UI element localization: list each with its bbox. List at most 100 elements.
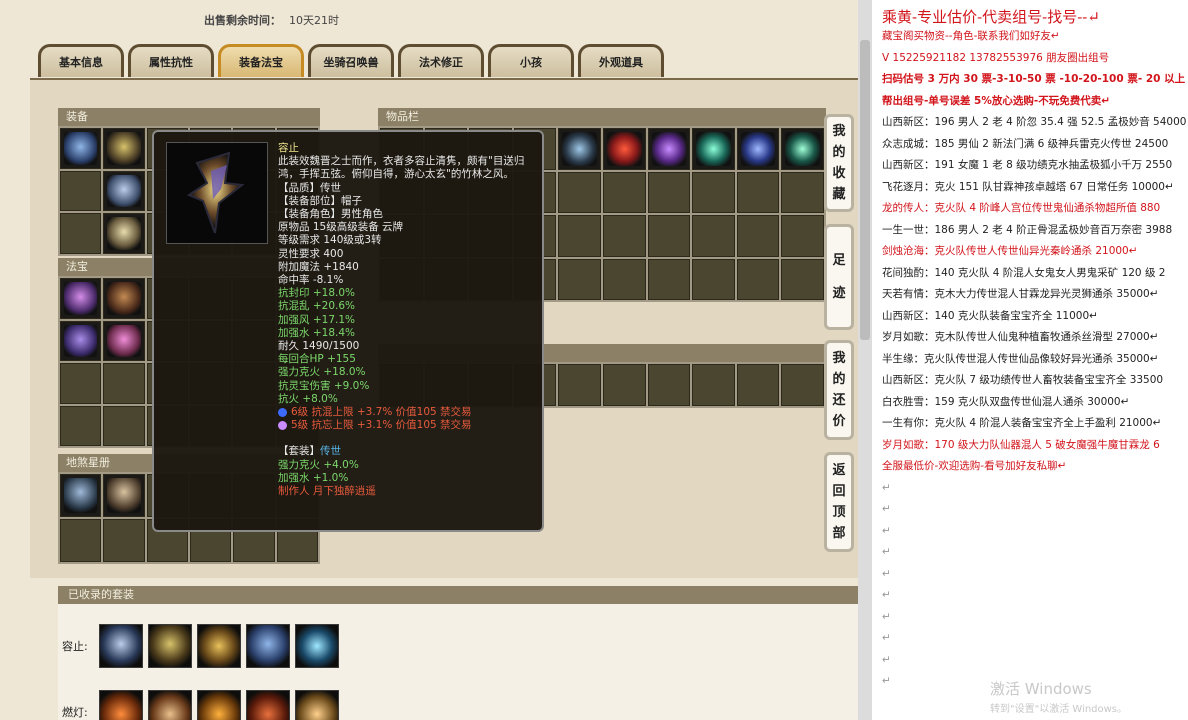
item-stat: 抗封印 +18.0% [278, 287, 355, 300]
formation-slot[interactable] [60, 519, 102, 562]
item-slot[interactable] [558, 128, 601, 170]
tab-children[interactable]: 小孩 [488, 44, 574, 77]
formation-slot[interactable] [60, 474, 102, 517]
set-info: 【套装】传世 [278, 445, 540, 458]
item-slot[interactable] [736, 128, 780, 170]
item-slot[interactable] [602, 258, 646, 300]
item-slot[interactable] [558, 171, 601, 213]
doc-line: V 15225921182 13782553976 朋友圈出组号 [882, 51, 1110, 64]
equip-slot[interactable] [60, 128, 102, 169]
windows-activation-watermark: 激活 Windows [990, 680, 1092, 698]
tab-mounts-pets[interactable]: 坐骑召唤兽 [308, 44, 394, 77]
item-slot[interactable] [647, 258, 691, 300]
notes-document: 乘黄-专业估价-代卖组号-找号--↵ 藏宝阁买物资--角色-联系我们如好友↵ V … [872, 0, 1188, 720]
doc-line: ↵ [882, 481, 891, 494]
formation-slot[interactable] [103, 474, 145, 517]
item-slot[interactable] [692, 171, 735, 213]
side-btn-char: 藏 [832, 187, 846, 202]
my-favorites-button[interactable]: 我的收藏 [824, 114, 854, 212]
gem-icon [278, 421, 287, 431]
item-slot[interactable] [736, 215, 780, 257]
item-slot[interactable] [736, 258, 780, 300]
item-slot[interactable] [602, 215, 646, 257]
item-hit: 命中率 -8.1% [278, 274, 344, 287]
doc-line: 众志成城：185 男仙 2 新法门满 6 级神兵雷克火传世 24500 [882, 137, 1169, 150]
doc-lines: 藏宝阁买物资--角色-联系我们如好友↵ V 15225921182 1378255… [882, 26, 1188, 693]
item-slot-type: 【装备部位】帽子 [278, 194, 362, 207]
my-offer-button[interactable]: 我的还价 [824, 340, 854, 440]
doc-line: 天若有情：克木大力传世混人甘霖龙异光灵狮通杀 35000↵ [882, 288, 1159, 300]
item-slot[interactable] [647, 171, 691, 213]
treasure-slot[interactable] [60, 278, 102, 319]
equip-slot[interactable] [103, 128, 145, 169]
set-item-icon[interactable] [148, 690, 192, 720]
equip-slot[interactable] [60, 170, 102, 212]
tab-appearance[interactable]: 外观道具 [578, 44, 664, 77]
back-to-top-button[interactable]: 返回顶部 [824, 452, 854, 552]
treasure-slot[interactable] [60, 363, 102, 404]
treasure-slot[interactable] [103, 363, 145, 404]
set-item-icon[interactable] [295, 690, 339, 720]
equip-slot[interactable] [60, 213, 102, 254]
scrollbar[interactable] [858, 0, 872, 720]
item-slot[interactable] [602, 171, 646, 213]
set-item-icon[interactable] [99, 690, 143, 720]
item-slot[interactable] [647, 128, 691, 170]
treasure-slot[interactable] [103, 278, 145, 319]
item-slot[interactable] [781, 215, 824, 257]
treasure-slot[interactable] [103, 320, 145, 361]
side-btn-char: 的 [832, 145, 846, 160]
set-item-icon[interactable] [99, 624, 143, 668]
item-slot[interactable] [781, 364, 824, 406]
set-item-icon[interactable] [246, 624, 290, 668]
doc-line: 半生缘：克火队传世混人传世仙品像较好异光通杀 35000↵ [882, 352, 1159, 365]
set-item-icon[interactable] [246, 690, 290, 720]
item-slot[interactable] [736, 364, 780, 406]
item-slot[interactable] [781, 171, 824, 213]
footprints-button[interactable]: 足迹 [824, 224, 854, 330]
item-slot[interactable] [692, 258, 735, 300]
treasure-slot[interactable] [60, 405, 102, 446]
doc-line: 山西新区：191 女魔 1 老 8 级功绩克水抽孟极狐小千万 2550 [882, 159, 1173, 171]
sell-time-value: 10天21时 [289, 14, 339, 27]
equip-slot[interactable] [103, 213, 145, 254]
doc-line: ↵ [882, 653, 891, 666]
set-item-icon[interactable] [295, 624, 339, 668]
item-role: 【装备角色】男性角色 [278, 208, 383, 221]
item-slot[interactable] [602, 128, 646, 170]
equip-slot[interactable] [103, 170, 145, 212]
tab-attributes[interactable]: 属性抗性 [128, 44, 214, 77]
treasure-slot[interactable] [60, 320, 102, 361]
item-slot[interactable] [692, 215, 735, 257]
tab-equipment[interactable]: 装备法宝 [218, 44, 304, 77]
gem-text: 6级 抗混上限 +3.7% 价值105 禁交易 [291, 406, 472, 419]
item-slot[interactable] [647, 215, 691, 257]
item-slot[interactable] [558, 258, 601, 300]
doc-line: ↵ [882, 567, 891, 580]
item-slot[interactable] [558, 364, 601, 406]
set-item-icon[interactable] [148, 624, 192, 668]
item-slot[interactable] [602, 364, 646, 406]
gem-text: 5级 抗忘上限 +3.1% 价值105 禁交易 [291, 419, 472, 432]
helmet-icon [167, 143, 267, 243]
item-slot[interactable] [781, 258, 824, 300]
doc-line: 白衣胜雪：159 克火队双盘传世仙混人通杀 30000↵ [882, 395, 1130, 408]
item-stat: 每回合HP +155 [278, 353, 356, 366]
tab-spell-mod[interactable]: 法术修正 [398, 44, 484, 77]
treasure-slot[interactable] [103, 405, 145, 446]
set-item-icon[interactable] [197, 690, 241, 720]
item-slot[interactable] [781, 128, 824, 170]
item-slot[interactable] [692, 128, 735, 170]
collected-header: 已收录的套装 [58, 586, 858, 604]
item-slot[interactable] [558, 215, 601, 257]
item-spirit: 灵性要求 400 [278, 247, 344, 260]
item-slot[interactable] [692, 364, 735, 406]
tab-basic-info[interactable]: 基本信息 [38, 44, 124, 77]
set-item-icon[interactable] [197, 624, 241, 668]
scrollbar-thumb[interactable] [860, 40, 870, 340]
item-slot[interactable] [736, 171, 780, 213]
doc-line: 岁月如歌：170 级大力队仙器混人 5 破女魔强牛魔甘霖龙 6 [882, 438, 1160, 451]
formation-slot[interactable] [103, 519, 145, 562]
doc-line: ↵ [882, 610, 891, 623]
item-slot[interactable] [647, 364, 691, 406]
